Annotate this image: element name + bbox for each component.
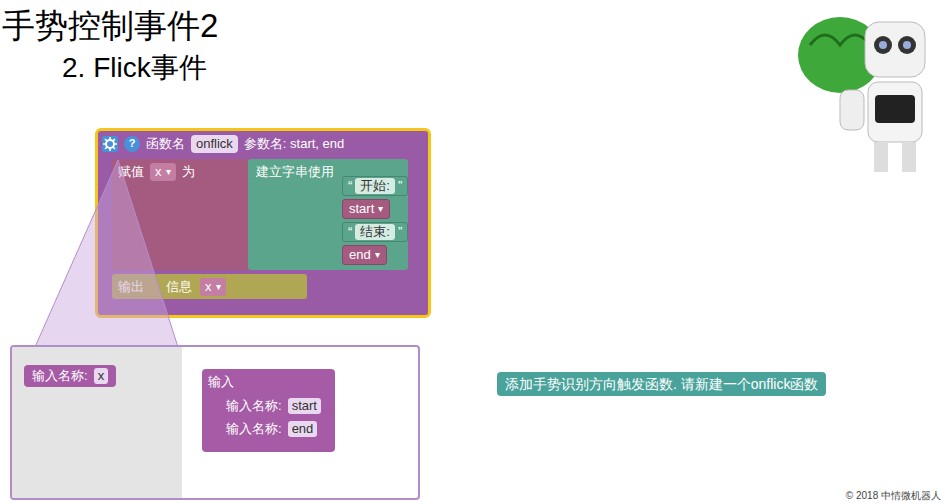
mutator-panel: 输入名称:x输入输入名称:start输入名称:end — [10, 345, 420, 500]
assign-head: 赋值 x▾ 为 — [112, 159, 248, 270]
input-name-field[interactable]: end — [288, 421, 318, 437]
variable-block[interactable]: start ▾ — [342, 199, 390, 219]
copyright: © 2018 中情微机器人 — [846, 490, 941, 502]
quote-open: “ — [348, 176, 352, 196]
text-block[interactable]: “结束:” — [342, 222, 408, 242]
input-name-label: 输入名称: — [226, 419, 282, 439]
container-item: 输入名称: start — [218, 395, 329, 417]
slide-title: 手势控制事件2 — [2, 6, 218, 46]
text-block[interactable]: “开始:” — [342, 176, 408, 196]
function-header: ? 函数名 onflick 参数名: start, end — [98, 131, 428, 157]
container-items: 输入名称: start 输入名称: end — [202, 395, 329, 440]
input-name-block[interactable]: 输入名称: end — [218, 418, 325, 440]
input-name-block[interactable]: 输入名称: start — [218, 395, 329, 417]
function-strip — [98, 157, 112, 302]
text-field[interactable]: 结束: — [355, 224, 395, 240]
quote-close: ” — [398, 222, 402, 242]
dropdown-arrow: ▾ — [166, 163, 171, 181]
slide-subtitle: 2. Flick事件 — [62, 50, 207, 86]
gear-icon[interactable] — [102, 136, 118, 152]
input-container-block[interactable]: 输入输入名称:start输入名称:end — [202, 369, 335, 452]
input-name-label: 输入名称: — [32, 366, 88, 386]
statement-stack: 赋值x▾为建立字串使用“开始:”start▾“结束:”end▾输出信息x▾ — [112, 157, 408, 302]
function-body: 赋值x▾为建立字串使用“开始:”start▾“结束:”end▾输出信息x▾ — [98, 157, 428, 302]
join-item: “开始:” — [342, 176, 408, 196]
function-block-area: ?函数名onflick参数名: start, end赋值x▾为建立字串使用“开始… — [95, 128, 431, 318]
join-items: “开始:”start▾“结束:”end▾ — [342, 162, 408, 267]
assign-block[interactable]: 赋值x▾为建立字串使用“开始:”start▾“结束:”end▾ — [112, 159, 408, 270]
dropdown-arrow: ▾ — [378, 201, 383, 216]
variable-name: start — [349, 199, 374, 219]
input-name-label: 输入名称: — [226, 396, 282, 416]
quote-open: “ — [348, 222, 352, 242]
slide: 手势控制事件2 2. Flick事件? 函数名 onflick 参数名: start, … — [0, 0, 947, 504]
input-name-field[interactable]: start — [288, 398, 321, 414]
variable-block[interactable]: end ▾ — [342, 245, 387, 265]
join-item: start ▾ — [342, 199, 408, 219]
function-footer — [98, 301, 428, 315]
join-item: “结束:” — [342, 222, 408, 242]
dropdown-arrow: ▾ — [216, 278, 221, 296]
output-variable: x▾ — [200, 277, 226, 297]
output-label-start: 输出 — [118, 277, 144, 297]
function-block[interactable]: ?函数名onflick参数名: start, end赋值x▾为建立字串使用“开始… — [95, 128, 431, 318]
variable-dropdown[interactable]: x▾ — [150, 163, 176, 181]
container-item: 输入名称: end — [218, 418, 329, 440]
function-label: 函数名 — [146, 134, 185, 154]
text-field[interactable]: 开始: — [355, 178, 395, 194]
input-name-field[interactable]: x — [94, 368, 109, 384]
mutator-workspace: 输入输入名称:start输入名称:end — [182, 347, 418, 498]
variable-name: x — [205, 278, 212, 296]
input-name-block[interactable]: 输入名称: x — [24, 365, 116, 387]
assign-to-label: 为 — [182, 162, 195, 182]
output-label-end: 信息 — [166, 277, 192, 297]
output-block[interactable]: 输出 信息 x▾ — [112, 274, 307, 300]
join-block[interactable]: 建立字串使用“开始:”start▾“结束:”end▾ — [248, 159, 408, 270]
function-name-field[interactable]: onflick — [191, 135, 238, 153]
hint-block: 添加手势识别方向触发函数. 请新建一个onflick函数 — [497, 372, 826, 396]
dropdown-arrow: ▾ — [375, 247, 380, 262]
mutator-flyout: 输入名称: x — [12, 347, 182, 498]
variable-name: x — [155, 163, 162, 181]
robot-picture — [770, 0, 945, 175]
join-item: end ▾ — [342, 245, 408, 265]
variable-name: end — [349, 245, 371, 265]
quote-close: ” — [398, 176, 402, 196]
params-label: 参数名: start, end — [244, 134, 348, 154]
assign-label: 赋值 — [118, 162, 144, 182]
variable-dropdown[interactable]: x▾ — [200, 278, 226, 296]
join-label: 建立字串使用 — [256, 162, 334, 267]
help-button[interactable]: ? — [124, 136, 140, 152]
container-label: 输入 — [202, 369, 329, 395]
